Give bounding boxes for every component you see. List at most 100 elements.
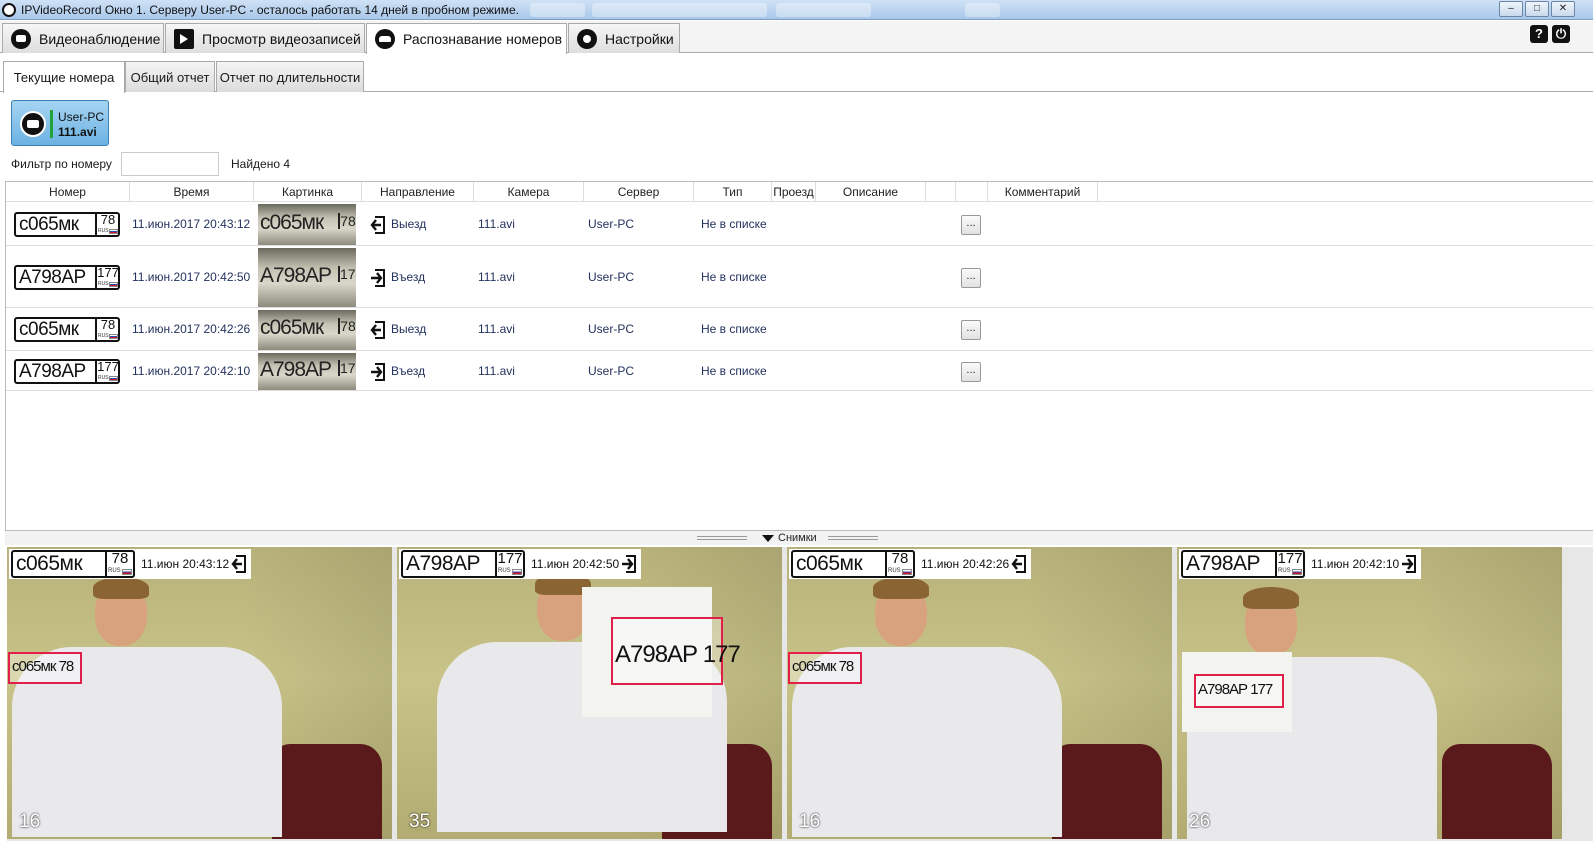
plate-number: с065мк 78 RUS [14,317,120,342]
russia-flag-icon [122,569,132,575]
row-details-button[interactable]: ... [961,268,981,288]
snapshot-time: 11.июн 20:42:10 [1311,557,1400,571]
column-header[interactable]: Проезд [772,182,816,202]
splitter-grip [828,536,878,540]
plate-thumbnail[interactable]: А798АР 177 [258,248,356,307]
russia-flag-icon [109,282,118,287]
maximize-button[interactable]: □ [1525,1,1549,17]
camera-server: User-PC [58,110,105,124]
snapshot-frame[interactable]: с065мк 78 с065мк 78 RUS 11.июн 20:43:12 … [7,547,392,839]
row-details-button[interactable]: ... [961,215,981,235]
plate-detection-box: А798АР 177 [611,617,741,685]
table-row[interactable]: А798АР 177 RUS 11.июн.2017 20:42:50 А798… [6,247,1593,308]
plate-country: RUS [98,281,109,287]
column-header[interactable]: Комментарий [988,182,1098,202]
row-details-button[interactable]: ... [961,362,981,382]
plate-text: А798АР [19,361,86,382]
snapshot-count: 35 [409,811,431,832]
camera-button[interactable]: User-PC 111.avi [11,100,109,146]
tab-label: Просмотр видеозаписей [202,30,361,47]
snapshots-splitter[interactable]: Снимки [5,531,1593,545]
power-icon[interactable]: ⏻ [1552,25,1570,43]
tab-general-report[interactable]: Общий отчет [125,61,215,92]
plate-thumbnail[interactable]: с065мк 78 [258,310,356,350]
russia-flag-icon [1292,569,1302,575]
snapshot-plate-region: 177 RUS [1275,551,1303,577]
tab-video-surveillance[interactable]: Видеонаблюдение [2,23,164,53]
snapshot-plate-text: А798АР [406,552,481,575]
plate-region-code: 177 [97,265,119,280]
row-time: 11.июн.2017 20:42:50 [132,270,251,284]
filter-label: Фильтр по номеру [11,157,112,171]
snapshot-count: 16 [799,811,821,832]
snapshots-label[interactable]: Снимки [762,531,817,545]
snapshot-frame[interactable]: с065мк 78 с065мк 78 RUS 11.июн 20:42:26 … [787,547,1172,839]
camera-icon [20,111,46,137]
snapshot-plate-country: RUS [1278,568,1291,574]
monitor-icon [11,28,31,49]
column-header[interactable]: Сервер [584,182,694,202]
enter-arrow-icon [622,555,637,573]
column-header[interactable]: Время [130,182,254,202]
taskbar-ghost-tab [592,3,767,17]
snapshot-region-code: 177 [497,550,523,567]
table-row[interactable]: А798АР 177 RUS 11.июн.2017 20:42:10 А798… [6,352,1593,391]
tab-duration-report[interactable]: Отчет по длительности [216,61,364,92]
row-server: User-PC [588,270,635,284]
snapshot-plate-text: А798АР [1186,552,1261,575]
plate-detection-box: с065мк 78 [788,652,862,684]
snapshot-count: 26 [1189,811,1211,832]
table-row[interactable]: с065мк 78 RUS 11.июн.2017 20:43:12 с065м… [6,203,1593,246]
tab-settings[interactable]: Настройки [568,23,680,53]
snapshot-plate-region: 78 RUS [885,551,913,577]
minimize-button[interactable]: – [1499,1,1523,17]
snapshot-frame[interactable]: А798АР 177 А798АР 177 RUS 11.июн 20:42:5… [397,547,782,839]
sub-tabs: Текущие номера Общий отчет Отчет по длит… [0,58,1593,93]
column-header[interactable]: Тип [694,182,772,202]
snapshot-frame[interactable]: А798АР 177 А798АР 177 RUS 11.июн 20:42:1… [1177,547,1562,839]
window-controls: – □ ✕ [1499,1,1575,17]
snapshot-info: А798АР 177 RUS 11.июн 20:42:50 [399,549,642,579]
snapshot-region-code: 177 [1277,550,1303,567]
column-header[interactable]: Камера [474,182,584,202]
row-direction: Выезд [391,217,427,231]
tab-current-plates[interactable]: Текущие номера [3,61,125,93]
camera-status-indicator [50,110,53,138]
plate-country: RUS [98,228,109,234]
person-hair [873,577,929,599]
plate-filter-input[interactable] [121,152,219,176]
plate-region-code: 177 [97,359,119,374]
column-header[interactable] [926,182,956,202]
help-icon[interactable]: ? [1530,25,1548,43]
row-server: User-PC [588,217,635,231]
row-direction: Въезд [391,364,426,378]
snapshot-region-code: 78 [891,550,909,567]
chair [1052,744,1162,839]
snapshot-time: 11.июн 20:42:50 [531,557,620,571]
title-bar: IPVideoRecord Окно 1. Серверу User-PC - … [0,0,1593,20]
row-details-button[interactable]: ... [961,320,981,340]
table-header: Номер Время Картинка Направление Камера … [6,182,1593,202]
plate-region: 78 RUS [95,318,119,341]
plate-thumbnail[interactable]: А798АР 177 [258,353,356,390]
tab-recordings[interactable]: Просмотр видеозаписей [165,23,365,53]
row-camera: 111.avi [478,364,515,378]
detected-plate-text: с065мк 78 [12,658,74,675]
column-header[interactable]: Описание [816,182,926,202]
close-button[interactable]: ✕ [1551,1,1575,17]
plate-thumbnail[interactable]: с065мк 78 [258,204,356,245]
plate-text: с065мк [19,214,79,235]
column-header[interactable]: Направление [362,182,474,202]
row-camera: 111.avi [478,322,515,336]
column-header[interactable]: Номер [6,182,130,202]
app-window: IPVideoRecord Окно 1. Серверу User-PC - … [0,0,1593,855]
taskbar-ghost-tab [776,3,871,17]
tab-plate-recognition[interactable]: Распознавание номеров [366,23,567,54]
plate-region: 177 RUS [95,360,119,383]
column-header[interactable] [956,182,988,202]
russia-flag-icon [902,569,912,575]
snapshot-plate: с065мк 78 RUS [11,550,135,578]
person-hair [93,577,149,599]
table-row[interactable]: с065мк 78 RUS 11.июн.2017 20:42:26 с065м… [6,309,1593,351]
column-header[interactable]: Картинка [254,182,362,202]
